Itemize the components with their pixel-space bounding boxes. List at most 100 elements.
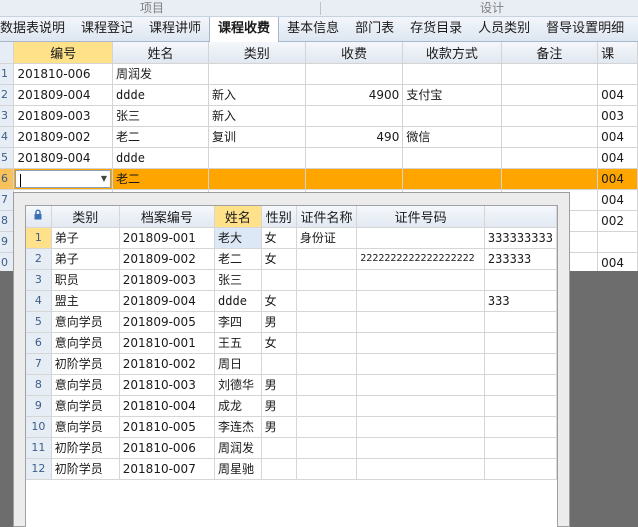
combo-editor[interactable]: ▼ <box>15 169 112 188</box>
cell-course[interactable]: 003 <box>597 105 638 127</box>
lookup-column-header[interactable]: 性别 <box>261 206 297 228</box>
cell-course[interactable] <box>597 63 638 85</box>
lookup-cell-extra[interactable] <box>484 416 557 438</box>
lookup-cell-id-type[interactable] <box>296 290 358 312</box>
lookup-cell-name[interactable]: 张三 <box>214 269 262 291</box>
cell-course[interactable]: 004 <box>597 189 638 211</box>
current-row[interactable]: 6 ▼ 老二 004 <box>0 168 638 190</box>
cell-fee[interactable] <box>305 147 404 169</box>
lookup-row-number[interactable]: 3 <box>26 269 52 291</box>
column-header[interactable]: 类别 <box>208 42 306 64</box>
cell-note[interactable] <box>501 126 599 148</box>
lookup-cell-gender[interactable]: 女 <box>261 290 297 312</box>
lookup-cell-category[interactable]: 初阶学员 <box>51 458 120 480</box>
lookup-cell-category[interactable]: 意向学员 <box>51 395 120 417</box>
lookup-cell-extra[interactable] <box>484 374 557 396</box>
cell-name[interactable]: ddde <box>112 147 209 169</box>
lookup-cell-gender[interactable] <box>261 437 297 459</box>
lookup-cell-name[interactable]: 周润发 <box>214 437 262 459</box>
lookup-row-number[interactable]: 4 <box>26 290 52 312</box>
lookup-row[interactable]: 4 盟主 201809-004 ddde 女 333 <box>26 290 557 312</box>
lookup-cell-extra[interactable]: 333333333 <box>484 227 557 249</box>
lookup-row[interactable]: 11 初阶学员 201810-006 周润发 <box>26 437 557 459</box>
lookup-cell-name[interactable]: 李四 <box>214 311 262 333</box>
lookup-cell-gender[interactable]: 男 <box>261 374 297 396</box>
column-header[interactable]: 姓名 <box>112 42 209 64</box>
tab-basic-info[interactable]: 基本信息 <box>279 17 347 41</box>
cell-fee[interactable] <box>305 105 404 127</box>
lookup-cell-gender[interactable]: 女 <box>261 332 297 354</box>
cell-payment-method[interactable] <box>402 105 502 127</box>
lookup-cell-file-no[interactable]: 201809-002 <box>119 248 216 270</box>
lookup-row[interactable]: 9 意向学员 201810-004 成龙 男 <box>26 395 557 417</box>
lookup-cell-gender[interactable]: 男 <box>261 416 297 438</box>
cell-name[interactable]: 老二 <box>112 168 209 190</box>
cell-id[interactable]: 201809-003 <box>13 105 114 127</box>
lookup-column-header[interactable]: 证件名称 <box>296 206 358 228</box>
lookup-cell-category[interactable]: 盟主 <box>51 290 120 312</box>
cell-id[interactable]: 201809-004 <box>13 84 114 106</box>
cell-name[interactable]: 周润发 <box>112 63 209 85</box>
tab-course-lecturer[interactable]: 课程讲师 <box>141 17 209 41</box>
lookup-row[interactable]: 6 意向学员 201810-001 王五 女 <box>26 332 557 354</box>
lookup-cell-name[interactable]: 老二 <box>214 248 262 270</box>
lookup-cell-extra[interactable] <box>484 332 557 354</box>
tab-data-description[interactable]: 数据表说明 <box>0 17 73 41</box>
lookup-cell-file-no[interactable]: 201810-007 <box>119 458 216 480</box>
lookup-cell-id-number[interactable] <box>356 311 485 333</box>
column-header[interactable]: 收费 <box>305 42 404 64</box>
cell-note[interactable] <box>501 63 599 85</box>
row-header[interactable]: 6 <box>0 168 15 190</box>
cell-category[interactable] <box>208 147 306 169</box>
chevron-down-icon[interactable]: ▼ <box>101 174 107 183</box>
row-header[interactable]: 8 <box>0 210 15 232</box>
lookup-cell-id-type[interactable] <box>296 269 358 291</box>
cell-category[interactable]: 新入 <box>208 105 306 127</box>
lookup-row-number[interactable]: 2 <box>26 248 52 270</box>
lookup-cell-id-number[interactable] <box>356 416 485 438</box>
lookup-cell-id-number[interactable] <box>356 458 485 480</box>
cell-course[interactable]: 004 <box>597 126 638 148</box>
lookup-cell-category[interactable]: 意向学员 <box>51 416 120 438</box>
cell-payment-method[interactable]: 支付宝 <box>402 84 502 106</box>
lookup-cell-gender[interactable]: 女 <box>261 227 297 249</box>
lookup-cell-id-type[interactable] <box>296 311 358 333</box>
lookup-column-header[interactable]: 姓名 <box>214 206 262 228</box>
cell-name[interactable]: ddde <box>112 84 209 106</box>
lookup-cell-name[interactable]: 成龙 <box>214 395 262 417</box>
lookup-row-number[interactable]: 8 <box>26 374 52 396</box>
lookup-cell-file-no[interactable]: 201809-005 <box>119 311 216 333</box>
tab-inventory[interactable]: 存货目录 <box>402 17 470 41</box>
row-header[interactable]: 4 <box>0 126 15 148</box>
lookup-row[interactable]: 5 意向学员 201809-005 李四 男 <box>26 311 557 333</box>
lookup-cell-category[interactable]: 意向学员 <box>51 332 120 354</box>
lookup-cell-id-type[interactable] <box>296 437 358 459</box>
lookup-row-number[interactable]: 6 <box>26 332 52 354</box>
cell-name[interactable]: 老二 <box>112 126 209 148</box>
cell-payment-method[interactable] <box>402 168 502 190</box>
cell-note[interactable] <box>501 84 599 106</box>
tab-supervision-settings[interactable]: 督导设置明细 <box>538 17 632 41</box>
cell-fee[interactable]: 490 <box>305 126 404 148</box>
column-header[interactable]: 收款方式 <box>402 42 502 64</box>
lookup-cell-id-number[interactable] <box>356 395 485 417</box>
lookup-cell-extra[interactable] <box>484 353 557 375</box>
lookup-cell-id-number[interactable] <box>356 290 485 312</box>
row-header[interactable]: 0 <box>0 252 15 271</box>
lookup-row-number[interactable]: 10 <box>26 416 52 438</box>
lookup-cell-id-number[interactable] <box>356 227 485 249</box>
column-header[interactable]: 课 <box>597 42 638 64</box>
lookup-cell-extra[interactable] <box>484 395 557 417</box>
cell-payment-method[interactable] <box>402 63 502 85</box>
lookup-cell-id-type[interactable] <box>296 458 358 480</box>
lookup-cell-gender[interactable] <box>261 269 297 291</box>
lookup-cell-extra[interactable] <box>484 311 557 333</box>
cell-payment-method[interactable] <box>402 147 502 169</box>
lookup-cell-id-type[interactable] <box>296 374 358 396</box>
cell-id[interactable]: 201809-004 <box>13 147 114 169</box>
lookup-cell-extra[interactable] <box>484 437 557 459</box>
lookup-cell-extra[interactable] <box>484 269 557 291</box>
lookup-row[interactable]: 1 弟子 201809-001 老大 女 身份证 333333333 <box>26 227 557 249</box>
lookup-cell-file-no[interactable]: 201810-003 <box>119 374 216 396</box>
lookup-column-header[interactable] <box>484 206 557 228</box>
